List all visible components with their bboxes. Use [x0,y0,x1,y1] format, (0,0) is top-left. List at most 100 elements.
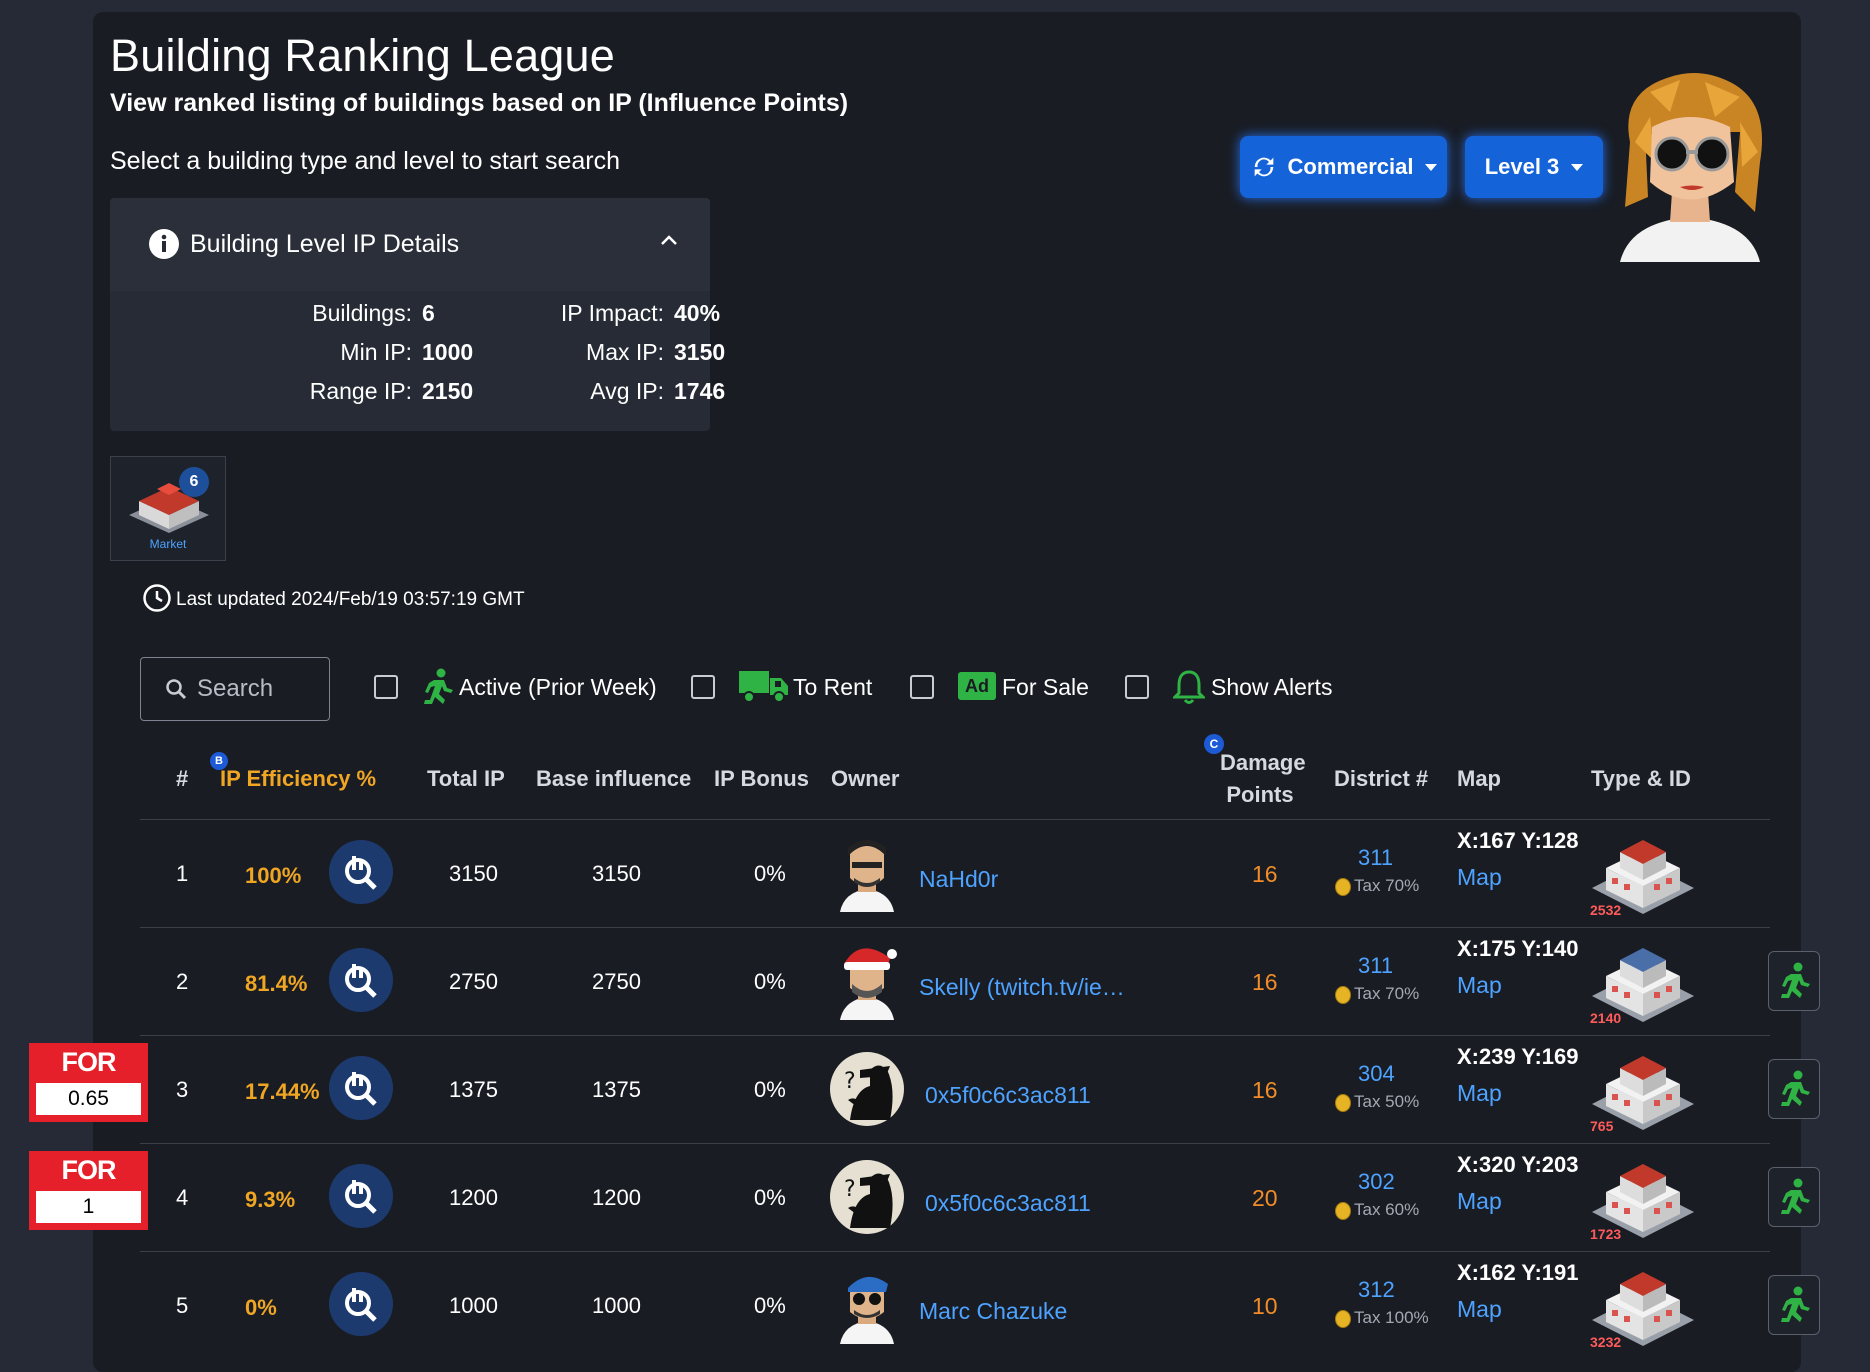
ip-details-heading: Building Level IP Details [190,230,460,258]
col-district[interactable]: District # [1334,766,1428,792]
owner-avatar[interactable] [830,942,904,1020]
district-link[interactable]: 312 [1358,1277,1395,1303]
tax-label: Tax 70% [1354,876,1420,895]
map-link[interactable]: Map [1457,1296,1502,1323]
ip-bonus-cell: 0% [754,969,786,994]
active-indicator-button[interactable] [1768,951,1820,1011]
owner-link[interactable]: 0x5f0c6c3ac811 [925,1082,1091,1109]
col-efficiency[interactable]: IP Efficiency % [220,766,376,792]
owner-avatar[interactable] [830,834,904,912]
coords-cell: X:239 Y:169 [1457,1044,1579,1069]
owner-link[interactable]: Skelly (twitch.tv/ie… [919,974,1125,1001]
for-sale-badge[interactable]: FOR SALE0.65 [29,1043,148,1122]
col-rank: # [176,766,189,791]
ip-bonus-cell: 0% [754,1077,786,1102]
ad-icon: Ad [958,672,996,700]
stat-label-max-ip: Max IP: [586,339,664,365]
tax-info: Tax 60% [1335,1200,1419,1220]
col-base-influence[interactable]: Base influence [536,766,691,792]
base-influence-cell: 2750 [592,969,641,994]
stat-value-avg-ip: 1746 [674,378,726,404]
map-link[interactable]: Map [1457,1080,1502,1107]
damage-cell: 10 [1252,1293,1278,1319]
search-input[interactable]: Search [140,657,330,721]
building-type-tile-market[interactable]: 6 Market [110,456,226,561]
col-damage-line2: Points [1226,782,1294,807]
caret-down-icon [1571,163,1584,171]
ip-query-button[interactable] [329,1272,393,1336]
building-id: 1723 [1590,1226,1622,1242]
active-indicator-button[interactable] [1768,1167,1820,1227]
rank-cell: 3 [176,1077,189,1102]
col-type-id[interactable]: Type & ID [1591,766,1691,792]
ip-query-button[interactable] [329,840,393,904]
damage-cell: 16 [1252,1077,1278,1103]
damage-cell: 20 [1252,1185,1278,1211]
ip-details-header[interactable]: Building Level IP Details [110,198,710,291]
ip-query-button[interactable] [329,948,393,1012]
coin-icon [1335,1093,1351,1112]
owner-avatar[interactable] [830,1266,904,1344]
running-man-icon [1781,1178,1810,1214]
map-link[interactable]: Map [1457,972,1502,999]
active-indicator-button[interactable] [1768,1059,1820,1119]
for-sale-price: 0.65 [36,1083,141,1115]
level-dropdown[interactable]: Level 3 [1465,136,1603,198]
tax-label: Tax 60% [1354,1200,1420,1219]
owner-avatar[interactable]: ? [830,1158,904,1236]
owner-link[interactable]: NaHd0r [919,866,998,893]
for-sale-badge[interactable]: FOR SALE1 [29,1151,148,1230]
owner-link[interactable]: Marc Chazuke [919,1298,1067,1325]
running-man-icon [1781,962,1810,998]
district-link[interactable]: 311 [1358,845,1393,871]
col-total-ip[interactable]: Total IP [427,766,505,792]
ip-bonus-cell: 0% [754,1293,786,1318]
clock-icon [143,584,171,612]
coords-cell: X:175 Y:140 [1457,936,1579,961]
to-rent-checkbox[interactable] [691,675,715,699]
building-id: 2140 [1590,1010,1622,1026]
coords-cell: X:162 Y:191 [1457,1260,1579,1285]
map-link[interactable]: Map [1457,1188,1502,1215]
col-damage-line1[interactable]: Damage [1220,750,1306,776]
ip-query-button[interactable] [329,1164,393,1228]
ip-details-panel: Building Level IP Details Buildings: 6 I… [110,198,725,431]
filter-for-sale-label: For Sale [1002,674,1089,700]
stat-label-buildings: Buildings: [312,300,412,326]
for-sale-price: 1 [36,1191,141,1223]
tax-info: Tax 70% [1335,876,1419,896]
district-link[interactable]: 311 [1358,953,1393,979]
query-search-icon [345,1180,377,1214]
district-link[interactable]: 302 [1358,1169,1395,1195]
owner-link[interactable]: 0x5f0c6c3ac811 [925,1190,1091,1217]
efficiency-cell: 9.3% [245,1187,296,1212]
filter-active-label: Active (Prior Week) [459,674,657,700]
building-type-dropdown[interactable]: Commercial [1240,136,1447,198]
user-avatar[interactable] [1610,72,1770,262]
show-alerts-checkbox[interactable] [1125,675,1149,699]
ip-bonus-cell: 0% [754,861,786,886]
map-link[interactable]: Map [1457,864,1502,891]
active-indicator-button[interactable] [1768,1275,1820,1335]
svg-text:?: ? [844,1069,856,1094]
filter-to-rent-label: To Rent [793,674,873,700]
tax-info: Tax 70% [1335,984,1419,1004]
tax-info: Tax 50% [1335,1092,1419,1112]
active-checkbox[interactable] [374,675,398,699]
last-updated: Last updated 2024/Feb/19 03:57:19 GMT [176,589,525,610]
info-icon [149,229,179,259]
stat-value-ip-impact: 40% [674,300,721,326]
damage-cell: 16 [1252,861,1278,887]
rank-cell: 2 [176,969,189,994]
chevron-up-icon[interactable] [660,234,678,246]
building-type-label: Market [149,537,187,551]
owner-avatar[interactable]: ? [830,1050,904,1128]
district-link[interactable]: 304 [1358,1061,1395,1087]
efficiency-cell: 0% [245,1295,277,1320]
col-owner[interactable]: Owner [831,766,899,792]
col-ip-bonus[interactable]: IP Bonus [714,766,809,792]
total-ip-cell: 1000 [449,1293,498,1318]
for-sale-checkbox[interactable] [910,675,934,699]
ip-query-button[interactable] [329,1056,393,1120]
total-ip-cell: 3150 [449,861,498,886]
